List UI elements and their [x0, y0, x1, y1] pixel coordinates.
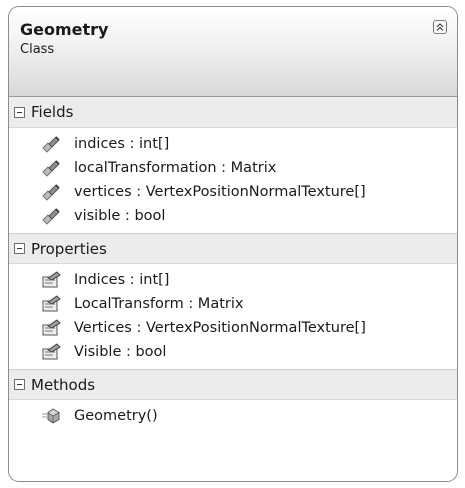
- field-label: vertices : VertexPositionNormalTexture[]: [74, 184, 366, 200]
- collapse-toggle-icon[interactable]: [14, 379, 25, 390]
- property-icon: [42, 271, 61, 288]
- section-fields-list: indices : int[] localTransformation : Ma…: [9, 128, 457, 233]
- class-kind: Class: [20, 42, 55, 57]
- section-fields-header[interactable]: Fields: [9, 97, 457, 128]
- method-label: Geometry(): [74, 408, 158, 424]
- field-label: localTransformation : Matrix: [74, 160, 277, 176]
- property-item[interactable]: Vertices : VertexPositionNormalTexture[]: [9, 316, 457, 340]
- class-shape[interactable]: Geometry Class Fields indices : int[] lo…: [8, 6, 458, 482]
- field-label: visible : bool: [74, 208, 166, 224]
- property-icon: [42, 295, 61, 312]
- property-item[interactable]: Indices : int[]: [9, 268, 457, 292]
- property-label: LocalTransform : Matrix: [74, 296, 244, 312]
- field-icon: [42, 160, 60, 177]
- field-icon: [42, 208, 60, 225]
- property-label: Indices : int[]: [74, 272, 170, 288]
- section-methods-header[interactable]: Methods: [9, 369, 457, 400]
- method-item[interactable]: Geometry(): [9, 404, 457, 428]
- collapse-icon[interactable]: [433, 20, 447, 34]
- property-label: Vertices : VertexPositionNormalTexture[]: [74, 320, 366, 336]
- collapse-toggle-icon[interactable]: [14, 243, 25, 254]
- property-label: Visible : bool: [74, 344, 167, 360]
- property-icon: [42, 319, 61, 336]
- field-item[interactable]: vertices : VertexPositionNormalTexture[]: [9, 180, 457, 204]
- field-icon: [42, 136, 60, 153]
- property-item[interactable]: LocalTransform : Matrix: [9, 292, 457, 316]
- method-icon: [42, 408, 60, 424]
- section-properties-list: Indices : int[] LocalTransform : Matrix …: [9, 264, 457, 369]
- section-properties-title: Properties: [31, 239, 107, 258]
- field-label: indices : int[]: [74, 136, 170, 152]
- field-item[interactable]: localTransformation : Matrix: [9, 156, 457, 180]
- field-item[interactable]: visible : bool: [9, 204, 457, 228]
- property-item[interactable]: Visible : bool: [9, 340, 457, 364]
- section-methods-list: Geometry(): [9, 400, 457, 433]
- section-fields-title: Fields: [31, 103, 74, 121]
- field-item[interactable]: indices : int[]: [9, 132, 457, 156]
- field-icon: [42, 184, 60, 201]
- section-properties-header[interactable]: Properties: [9, 233, 457, 264]
- class-header[interactable]: Geometry Class: [9, 7, 457, 97]
- class-name: Geometry: [20, 20, 109, 39]
- section-methods-title: Methods: [31, 375, 96, 394]
- collapse-toggle-icon[interactable]: [14, 106, 25, 118]
- property-icon: [42, 343, 61, 360]
